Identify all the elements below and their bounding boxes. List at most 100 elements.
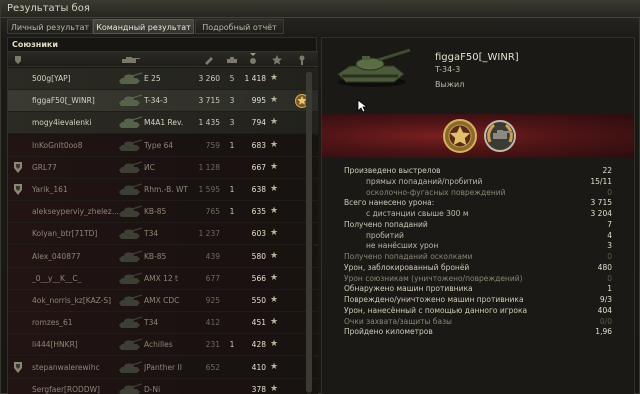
star-icon: ★ xyxy=(270,250,279,261)
achievements-icon[interactable] xyxy=(298,55,306,65)
player-row[interactable]: _0__y__K__C_ AMX 12 t 677 566 ★ xyxy=(8,267,318,290)
star-icon: ★ xyxy=(270,95,279,106)
tank-icon xyxy=(119,72,142,84)
damage-value: 925 xyxy=(205,296,220,305)
section-title: Союзники xyxy=(12,40,58,49)
stat-value: 4 xyxy=(607,230,612,240)
kills-value: 3 xyxy=(229,118,235,128)
stat-label: прямых попаданий/пробитий xyxy=(366,176,483,186)
stat-row: Урон, нанесённый с помощью данного игрок… xyxy=(322,306,634,315)
player-row[interactable]: Sergfaer[RODDW] D-Ni 378 ★ xyxy=(8,378,318,394)
medal-band xyxy=(322,114,634,158)
kills-icon[interactable] xyxy=(226,55,238,65)
xp-value: 550 xyxy=(251,296,266,305)
kills-value: 1 xyxy=(229,140,235,150)
tab-personal[interactable]: Личный результат xyxy=(7,19,93,34)
stat-label: Повреждено/уничтожено машин противника xyxy=(344,295,524,304)
tank-name: T34 xyxy=(144,229,159,239)
stat-row: Получено попаданий 7 xyxy=(322,220,634,229)
title-bar[interactable]: Результаты боя xyxy=(1,1,640,18)
tank-name: D-Ni xyxy=(144,384,161,394)
star-icon[interactable] xyxy=(272,55,282,65)
stat-value: 1 xyxy=(607,284,612,294)
player-row[interactable]: mogy4ievalenki M4A1 Rev. 1 435 3 794 ★ xyxy=(8,112,318,135)
xp-value: 995 xyxy=(251,96,266,106)
player-name: GRL77 xyxy=(32,162,57,172)
player-row[interactable]: 500g[YAP] E 25 3 260 5 1 418 ★ xyxy=(8,68,318,90)
tab-detailed[interactable]: Подробный отчёт xyxy=(195,19,284,34)
xp-value: 410 xyxy=(251,362,266,372)
stat-row: Получено попаданий осколками 0 xyxy=(322,252,634,261)
tank-icon xyxy=(119,205,142,218)
scrollbar[interactable] xyxy=(304,68,314,394)
tank-name: T34 xyxy=(144,318,159,328)
star-icon: ★ xyxy=(270,272,279,283)
stat-row: Обнаружено машин противника 1 xyxy=(322,284,634,293)
stat-value: 7 xyxy=(607,219,612,229)
kills-value: 5 xyxy=(229,74,235,83)
tank-icon[interactable] xyxy=(120,56,140,64)
stat-row: осколочно-фугасных повреждений 0 xyxy=(322,188,634,197)
player-row[interactable]: li444[HNKR] Achilles 231 1 428 ★ xyxy=(8,334,318,357)
player-row[interactable]: 4ok_norris_kz[KAZ-S] AMX CDC 925 550 ★ xyxy=(8,290,318,312)
player-row[interactable]: stepanwalerewihc JPanther II 652 410 ★ xyxy=(8,356,318,379)
medal-wreath-icon[interactable] xyxy=(482,118,518,154)
stat-label: Урон, заблокированный бронёй xyxy=(344,262,470,272)
tank-icon xyxy=(119,338,142,351)
stat-value: 3 xyxy=(607,241,612,251)
player-name: romzes_61 xyxy=(32,318,73,328)
player-row[interactable]: alekseyperviy_zhelez... KB-85 765 1 635 ★ xyxy=(8,201,318,224)
player-row[interactable]: figgaF50[_WINR] T-34-3 3 715 3 995 ★ xyxy=(8,90,318,113)
stat-value: 404 xyxy=(597,305,612,315)
medal-star-icon[interactable] xyxy=(442,118,478,154)
player-name: InKoGnIt0oo8 xyxy=(32,140,83,150)
damage-value: 231 xyxy=(205,340,220,350)
player-row[interactable]: InKoGnIt0oo8 Type 64 759 1 683 ★ xyxy=(8,134,318,157)
tank-name: Type 64 xyxy=(144,140,174,150)
player-name: 4ok_norris_kz[KAZ-S] xyxy=(32,296,112,305)
stat-label: не нанёсших урон xyxy=(366,241,439,251)
xp-value: 635 xyxy=(251,207,266,217)
player-name: Kolyan_btr[71TD] xyxy=(32,229,98,239)
damage-value: 1 435 xyxy=(198,118,220,128)
team-panel: Союзники 500g[YAP] E 25 3 260 5 1 418 ★ figgaF… xyxy=(7,37,318,394)
damage-value: 3 260 xyxy=(198,74,220,83)
player-row[interactable]: Yarik_161 Rhm.-B. WT 1 595 1 638 ★ xyxy=(8,179,318,201)
stat-value: 22 xyxy=(602,166,612,175)
damage-icon[interactable] xyxy=(204,55,214,65)
table-header xyxy=(8,51,318,67)
stat-label: Получено попаданий xyxy=(344,219,428,229)
tank-icon xyxy=(119,116,142,129)
stat-label: Получено попаданий осколками xyxy=(344,252,473,261)
tank-icon xyxy=(119,227,142,240)
player-name: mogy4ievalenki xyxy=(32,118,92,128)
star-icon: ★ xyxy=(270,228,279,239)
tank-icon xyxy=(119,294,142,306)
platoon-icon[interactable] xyxy=(14,55,22,65)
xp-value: 683 xyxy=(251,140,266,150)
player-name: Sergfaer[RODDW] xyxy=(32,384,100,394)
damage-value: 3 715 xyxy=(198,96,220,106)
stat-row: Очки захвата/защиты базы 0/0 xyxy=(322,317,634,326)
star-icon: ★ xyxy=(270,161,279,172)
xp-value: 428 xyxy=(251,340,266,350)
player-row[interactable]: Alex_040877 KB-85 439 580 ★ xyxy=(8,245,318,268)
stat-value: 0 xyxy=(607,252,612,261)
player-name: alekseyperviy_zhelez... xyxy=(32,207,119,217)
player-name: Yarik_161 xyxy=(32,185,68,194)
player-name: Alex_040877 xyxy=(32,251,81,261)
star-icon: ★ xyxy=(270,339,279,350)
damage-value: 759 xyxy=(205,140,220,150)
sort-xp-icon[interactable] xyxy=(248,52,258,66)
tank-image xyxy=(337,48,411,87)
tank-name: E 25 xyxy=(144,74,161,83)
player-row[interactable]: GRL77 ИС 1 128 667 ★ xyxy=(8,156,318,179)
stat-row: Урон, заблокированный бронёй 480 xyxy=(322,263,634,272)
player-row[interactable]: Kolyan_btr[71TD] T34 1 237 603 ★ xyxy=(8,223,318,246)
tab-team[interactable]: Командный результат xyxy=(93,19,194,34)
damage-value: 1 237 xyxy=(198,229,220,239)
star-icon: ★ xyxy=(270,317,279,328)
player-row[interactable]: romzes_61 T34 412 451 ★ xyxy=(8,312,318,335)
stat-row: прямых попаданий/пробитий 15/11 xyxy=(322,177,634,186)
tank-name: M4A1 Rev. xyxy=(144,118,184,128)
